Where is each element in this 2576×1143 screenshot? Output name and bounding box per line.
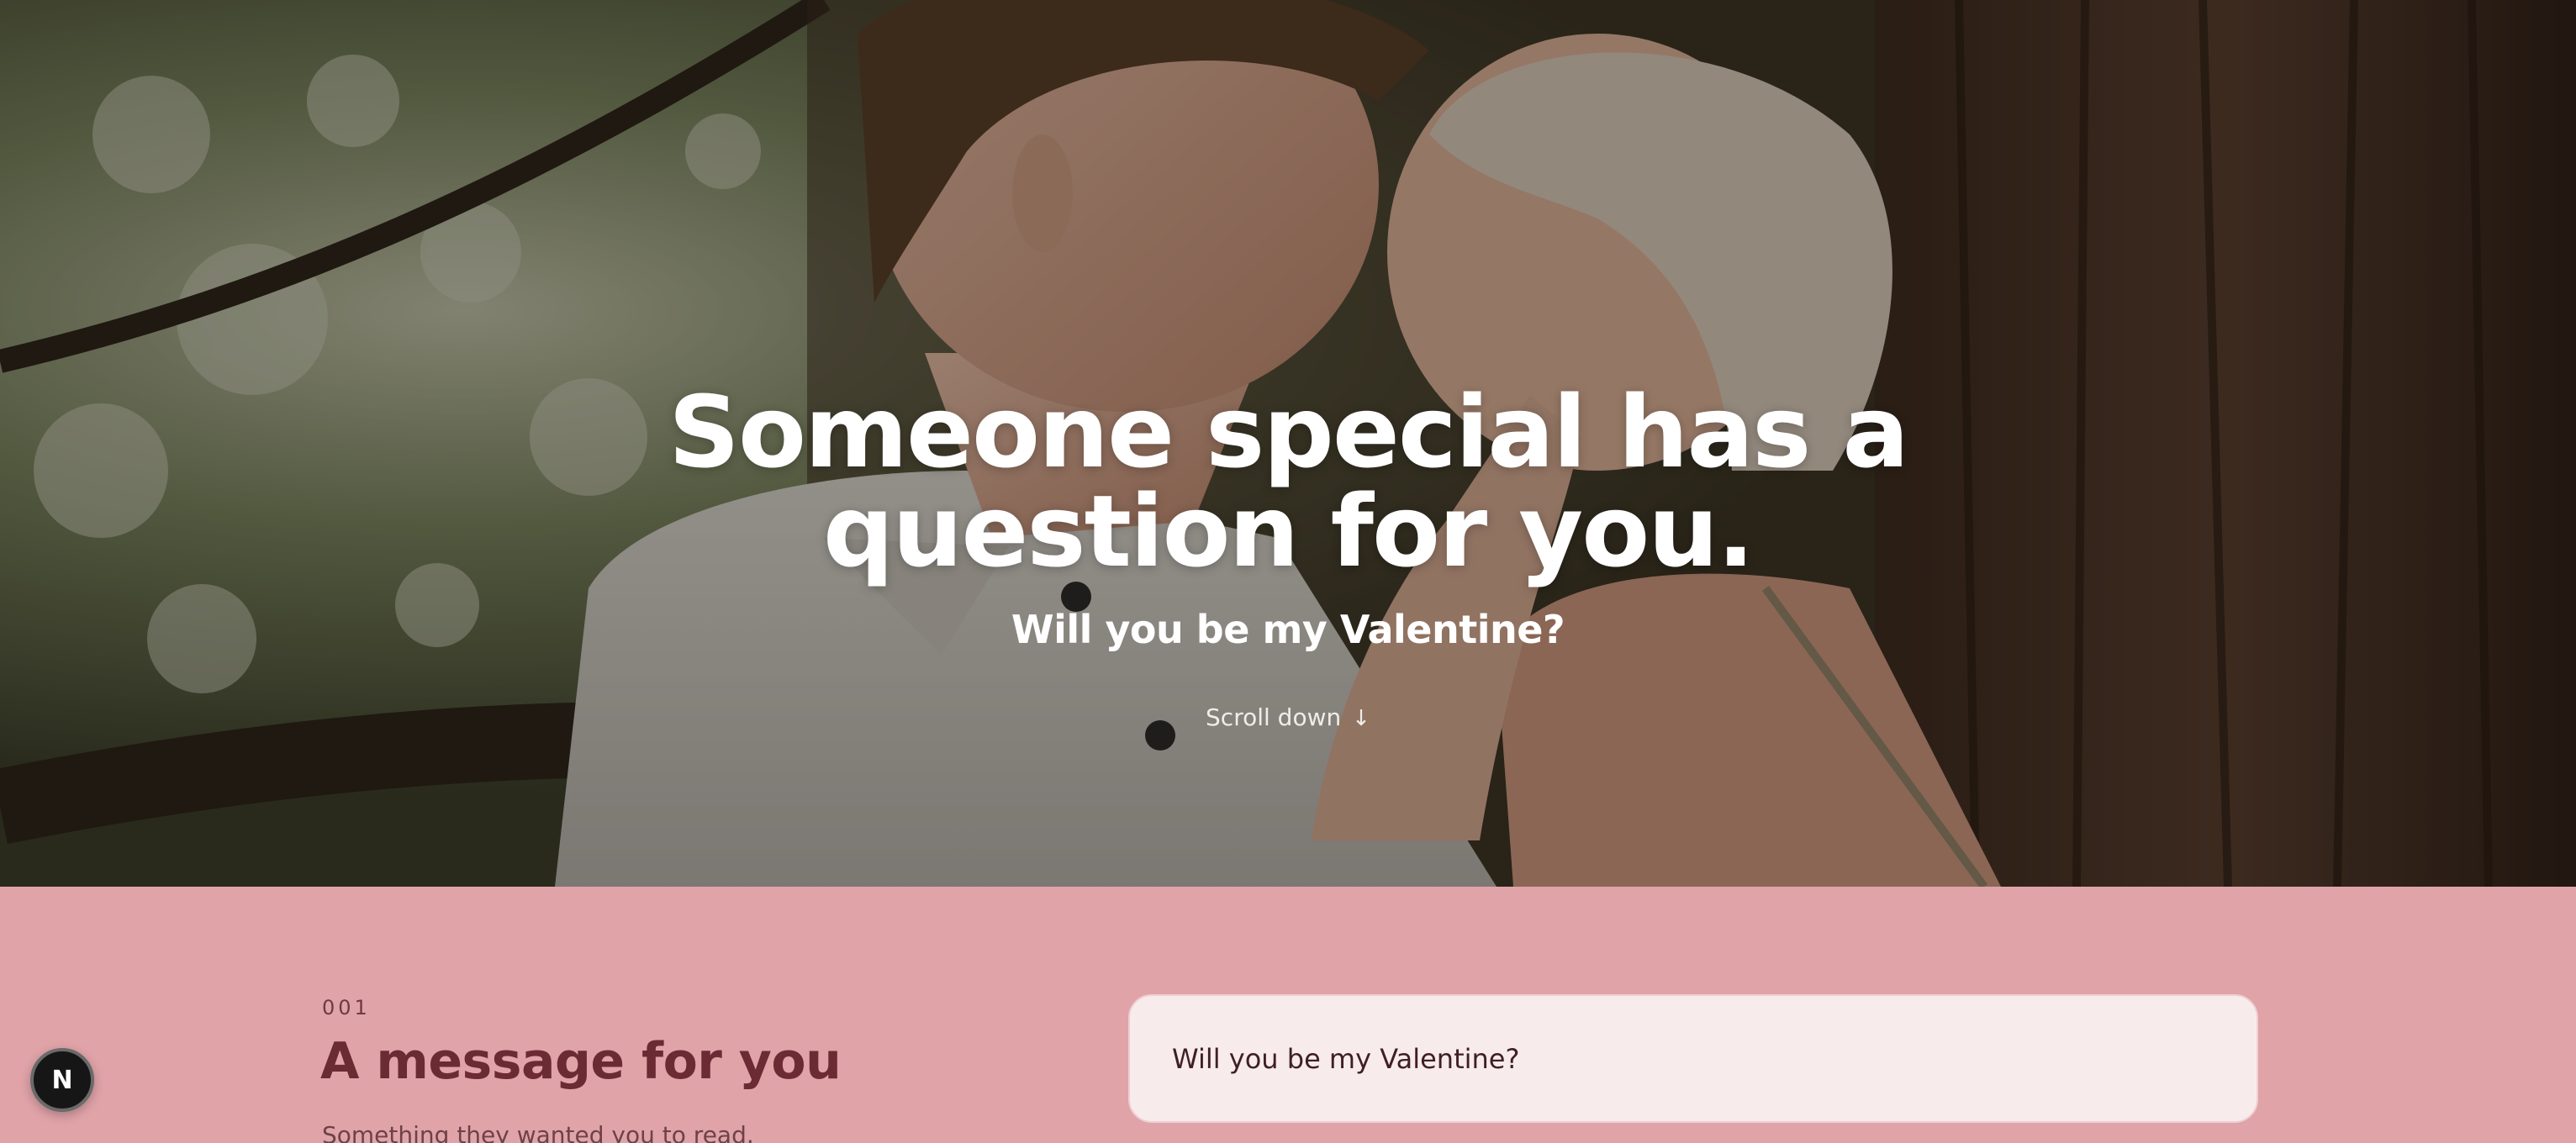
scroll-down-link[interactable]: Scroll down ↓ <box>1206 703 1370 733</box>
nextjs-logo-icon[interactable]: N <box>30 1048 94 1112</box>
scroll-down-label: Scroll down <box>1206 703 1342 731</box>
hero-subtitle: Will you be my Valentine? <box>1011 607 1565 652</box>
hero-content: Someone special has a question for you. … <box>0 382 2576 733</box>
message-section: 001 A message for you Something they wan… <box>0 887 2576 1143</box>
hero-title: Someone special has a question for you. <box>668 374 1909 589</box>
section-description: Something they wanted you to read. <box>322 1121 754 1143</box>
hero-section: Someone special has a question for you. … <box>0 0 2576 887</box>
message-card-text: Will you be my Valentine? <box>1172 1043 1520 1075</box>
section-title: A message for you <box>320 1032 842 1091</box>
section-number: 001 <box>322 996 371 1019</box>
arrow-down-icon: ↓ <box>1352 706 1370 731</box>
message-card: Will you be my Valentine? <box>1128 994 2258 1123</box>
badge-letter: N <box>51 1065 73 1095</box>
